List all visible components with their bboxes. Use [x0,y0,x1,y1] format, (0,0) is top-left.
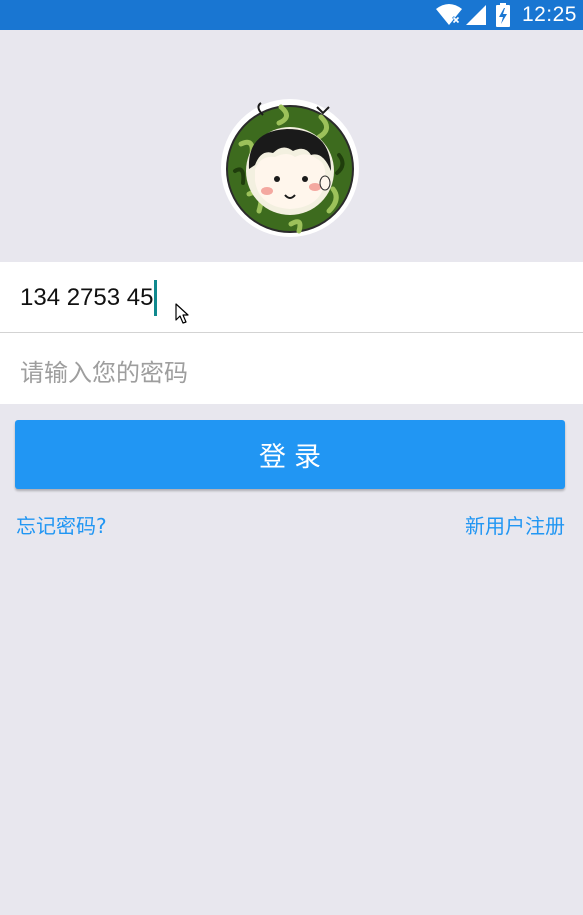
login-button[interactable]: 登录 [15,420,565,489]
wifi-icon [435,4,462,26]
status-time: 12:25 [521,3,577,26]
text-caret [154,280,158,316]
signal-icon [465,5,486,25]
password-placeholder: 请输入您的密码 [20,359,188,387]
avatar[interactable] [221,99,359,237]
register-link[interactable]: 新用户注册 [465,510,565,539]
password-field[interactable]: 请输入您的密码 [0,333,583,404]
forgot-password-link[interactable]: 忘记密码? [16,510,107,539]
watermelon-boy-avatar [226,102,354,234]
status-icons: 12:25 [435,0,577,30]
mouse-pointer-icon [175,303,191,329]
battery-charging-icon [495,3,510,27]
status-bar: 12:25 [0,0,583,30]
phone-value: 134 2753 45 [20,284,154,311]
phone-input[interactable]: 134 2753 45 [20,280,158,316]
phone-field[interactable]: 134 2753 45 [0,262,583,332]
